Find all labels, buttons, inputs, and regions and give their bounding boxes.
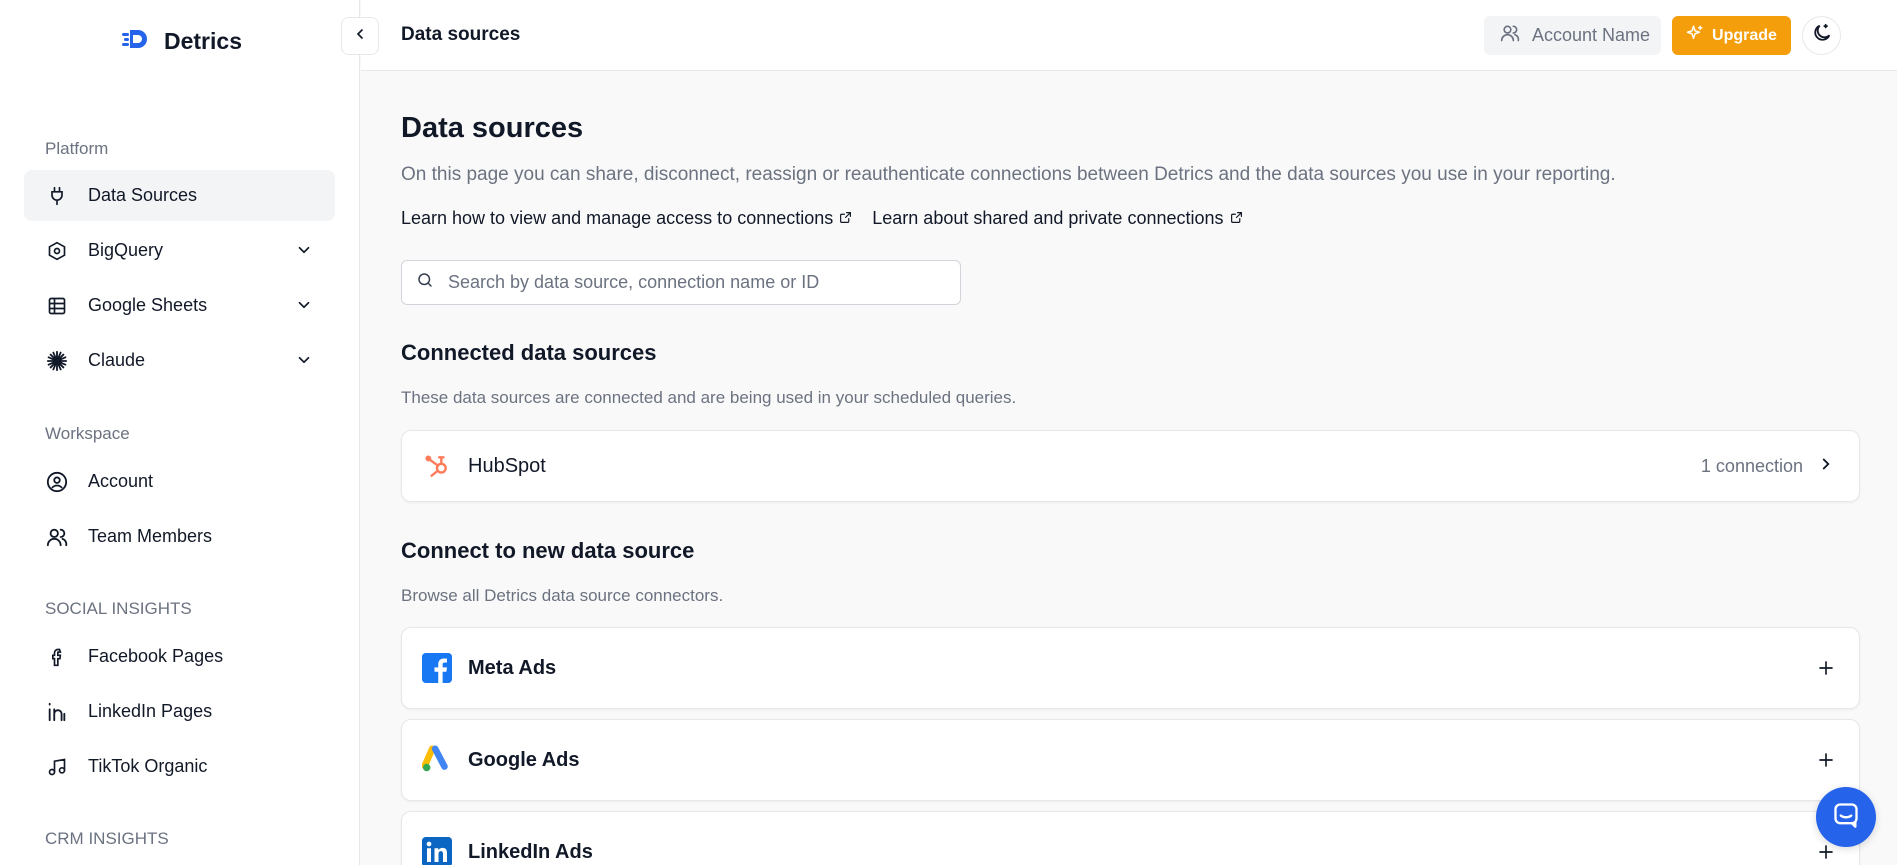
table-icon	[46, 295, 68, 317]
new-source-meta-ads[interactable]: Meta Ads	[401, 627, 1860, 709]
header-title: Data sources	[401, 24, 521, 45]
moon-icon	[1811, 22, 1833, 49]
sidebar-item-data-sources[interactable]: Data Sources	[24, 170, 335, 221]
sidebar-item-label: TikTok Organic	[88, 756, 208, 776]
connected-sources-subtitle: These data sources are connected and are…	[401, 388, 1017, 407]
section-title-social-insights: SOCIAL INSIGHTS	[45, 599, 192, 618]
chevron-right-icon	[1817, 455, 1835, 478]
google-ads-icon	[422, 745, 452, 775]
search-icon	[416, 271, 434, 294]
linkedin-icon	[46, 701, 68, 723]
sidebar-item-claude[interactable]: Claude	[24, 335, 335, 386]
plus-icon[interactable]	[1817, 751, 1835, 769]
sidebar-item-facebook-pages[interactable]: Facebook Pages	[24, 631, 335, 682]
users-icon	[46, 526, 68, 548]
sidebar-item-team-members[interactable]: Team Members	[24, 511, 335, 562]
chevron-left-icon	[352, 26, 368, 47]
theme-toggle-button[interactable]	[1802, 16, 1841, 55]
external-link-icon	[1230, 208, 1243, 229]
page-description: On this page you can share, disconnect, …	[401, 164, 1616, 185]
sidebar-item-label: Data Sources	[88, 185, 198, 205]
claude-icon	[46, 350, 68, 372]
new-source-google-ads[interactable]: Google Ads	[401, 719, 1860, 801]
new-source-subtitle: Browse all Detrics data source connector…	[401, 586, 724, 605]
facebook-icon	[46, 646, 68, 668]
sidebar-item-tiktok-organic[interactable]: TikTok Organic	[24, 741, 335, 792]
help-links: Learn how to view and manage access to c…	[401, 208, 1243, 229]
sidebar-item-account[interactable]: Account	[24, 456, 335, 507]
sidebar-item-bigquery[interactable]: BigQuery	[24, 225, 335, 276]
section-title-crm-insights: CRM INSIGHTS	[45, 829, 169, 848]
plug-icon	[46, 185, 68, 207]
linkedin-ads-icon	[422, 837, 452, 865]
link-manage-access[interactable]: Learn how to view and manage access to c…	[401, 208, 852, 229]
source-name: HubSpot	[468, 454, 546, 477]
top-header: Data sources Account Name Upgrade	[361, 0, 1897, 71]
sidebar-item-google-sheets[interactable]: Google Sheets	[24, 280, 335, 331]
sidebar-item-label: BigQuery	[88, 240, 164, 260]
source-name: LinkedIn Ads	[468, 840, 593, 863]
section-title-platform: Platform	[45, 139, 109, 158]
search-input[interactable]	[448, 272, 928, 293]
link-label: Learn how to view and manage access to c…	[401, 208, 834, 228]
external-link-icon	[839, 208, 852, 229]
upgrade-label: Upgrade	[1712, 26, 1777, 44]
connection-count: 1 connection	[1701, 455, 1835, 478]
search-box	[401, 260, 961, 305]
detrics-logo-icon	[122, 28, 150, 55]
connected-source-hubspot[interactable]: HubSpot 1 connection	[401, 430, 1860, 502]
account-name: Account Name	[1532, 25, 1651, 45]
connected-sources-title: Connected data sources	[401, 340, 657, 365]
plus-icon[interactable]	[1817, 659, 1835, 677]
connection-count-label: 1 connection	[1700, 455, 1803, 476]
hubspot-icon	[422, 451, 452, 481]
source-name: Google Ads	[468, 748, 580, 771]
sidebar-item-label: Google Sheets	[88, 295, 208, 315]
meta-icon	[422, 653, 452, 683]
chat-support-button[interactable]	[1816, 787, 1876, 847]
sidebar-item-label: Account	[88, 471, 154, 491]
sidebar-item-label: LinkedIn Pages	[88, 701, 213, 721]
chevron-down-icon[interactable]	[295, 351, 313, 369]
sidebar-item-label: Team Members	[88, 526, 213, 546]
link-label: Learn about shared and private connectio…	[872, 208, 1224, 228]
section-title-workspace: Workspace	[45, 424, 130, 443]
chevron-down-icon[interactable]	[295, 241, 313, 259]
app-name: Detrics	[164, 28, 242, 54]
chevron-down-icon[interactable]	[295, 296, 313, 314]
bigquery-icon	[46, 240, 68, 262]
plus-icon[interactable]	[1817, 843, 1835, 861]
sidebar-item-label: Claude	[88, 350, 146, 370]
collapse-sidebar-button[interactable]	[341, 17, 379, 55]
chat-icon	[1832, 801, 1860, 834]
users-icon	[1500, 23, 1520, 48]
page-title: Data sources	[401, 112, 584, 144]
sparkle-icon	[1686, 24, 1704, 47]
user-circle-icon	[46, 471, 68, 493]
account-button[interactable]: Account Name	[1484, 16, 1661, 55]
new-source-linkedin-ads[interactable]: LinkedIn Ads	[401, 811, 1860, 865]
app-logo[interactable]: Detrics	[122, 28, 242, 55]
sidebar-item-label: Facebook Pages	[88, 646, 224, 666]
link-shared-private[interactable]: Learn about shared and private connectio…	[872, 208, 1242, 229]
music-note-icon	[46, 756, 68, 778]
new-source-title: Connect to new data source	[401, 538, 695, 563]
upgrade-button[interactable]: Upgrade	[1672, 16, 1791, 55]
source-name: Meta Ads	[468, 656, 557, 679]
sidebar: Detrics Platform Data Sources BigQuery G…	[0, 0, 360, 865]
sidebar-item-linkedin-pages[interactable]: LinkedIn Pages	[24, 686, 335, 737]
